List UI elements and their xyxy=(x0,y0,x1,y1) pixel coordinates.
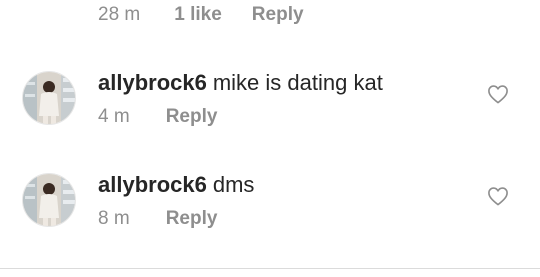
comment-timestamp: 4 m xyxy=(98,106,130,127)
heart-outline-icon[interactable] xyxy=(487,186,509,206)
reply-button[interactable]: Reply xyxy=(252,4,304,26)
comment-meta: 8 m Reply xyxy=(98,208,217,230)
user-avatar[interactable] xyxy=(22,173,76,227)
reply-button[interactable]: Reply xyxy=(166,106,218,128)
comment-text: mike is dating kat xyxy=(212,70,383,95)
comment-text: dms xyxy=(212,172,255,197)
comment-like-count[interactable]: 1 like xyxy=(174,4,222,26)
previous-comment-meta: 28 m 1 like Reply xyxy=(98,4,304,26)
heart-outline-icon[interactable] xyxy=(487,84,509,104)
avatar-image xyxy=(23,72,75,124)
comment-timestamp: 28 m xyxy=(98,4,141,25)
comment-meta: 4 m Reply xyxy=(98,106,217,128)
divider xyxy=(0,268,540,269)
user-avatar[interactable] xyxy=(22,71,76,125)
comment-item: allybrock6 dms 8 m Reply xyxy=(0,162,540,262)
comment-body: allybrock6 mike is dating kat xyxy=(98,70,383,96)
comment-username[interactable]: allybrock6 xyxy=(98,172,207,197)
comment-username[interactable]: allybrock6 xyxy=(98,70,207,95)
comment-timestamp: 8 m xyxy=(98,208,130,229)
avatar-image xyxy=(23,174,75,226)
comment-item: allybrock6 mike is dating kat 4 m Reply xyxy=(0,60,540,160)
comment-body: allybrock6 dms xyxy=(98,172,254,198)
reply-button[interactable]: Reply xyxy=(166,208,218,230)
comments-screen: 28 m 1 like Reply allybrock6mike is dat xyxy=(0,0,540,277)
